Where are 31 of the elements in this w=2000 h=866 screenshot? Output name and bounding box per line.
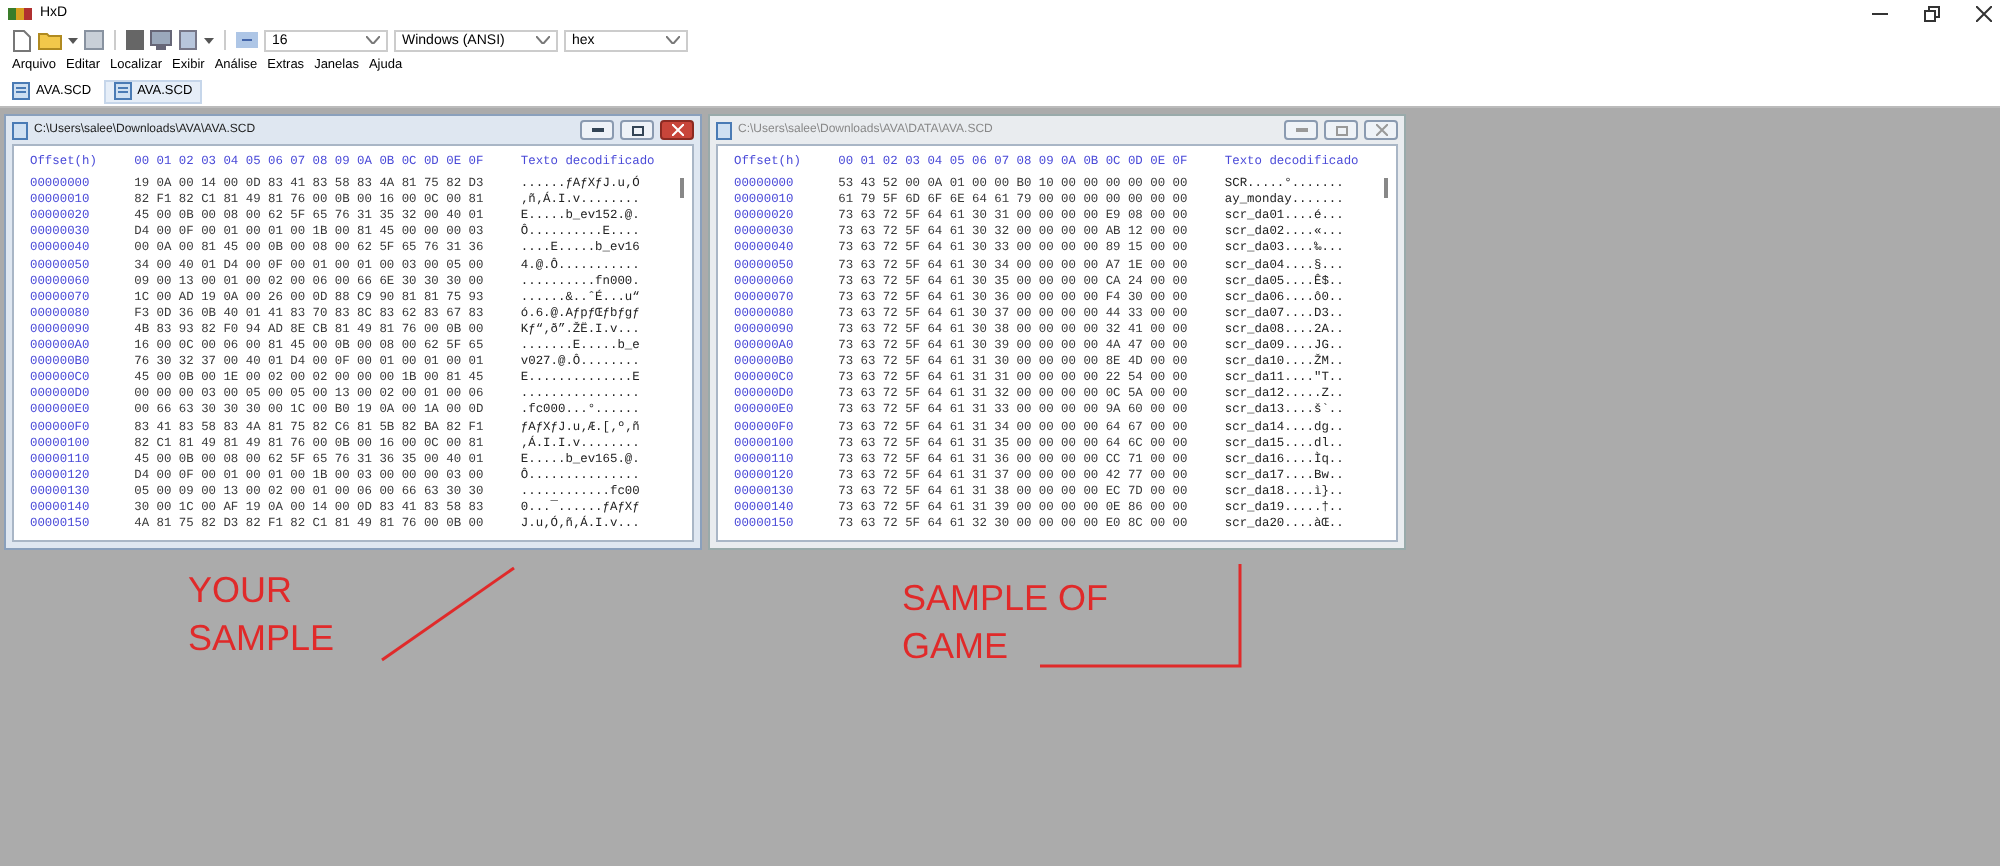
monitor-icon[interactable] — [150, 30, 172, 50]
chevron-down-icon — [366, 36, 380, 44]
file-icon — [12, 121, 28, 139]
chevron-down-icon — [536, 36, 550, 44]
file-icon — [12, 82, 30, 100]
minimize-icon — [591, 128, 603, 132]
scrollbar-thumb[interactable] — [680, 178, 684, 198]
close-icon — [1375, 124, 1387, 136]
maximize-icon — [1335, 125, 1347, 135]
app-logo-icon — [8, 5, 32, 21]
minimize-button[interactable] — [580, 120, 614, 140]
maximize-button[interactable] — [620, 120, 654, 140]
minimize-icon — [1295, 128, 1307, 132]
open-folder-icon[interactable] — [38, 30, 62, 50]
dropdown-caret-icon[interactable] — [68, 37, 78, 43]
chevron-down-icon — [666, 36, 680, 44]
annotation-line — [380, 566, 516, 662]
restore-icon[interactable] — [1924, 5, 1940, 21]
maximize-icon — [631, 125, 643, 135]
close-icon[interactable] — [1976, 5, 1992, 21]
file-icon — [113, 82, 132, 100]
scrollbar-thumb[interactable] — [1384, 178, 1388, 198]
annotation-text: SAMPLE OF GAME — [902, 576, 1109, 670]
close-icon — [671, 124, 683, 136]
close-button[interactable] — [660, 120, 694, 140]
file-icon — [716, 121, 732, 139]
columns-icon — [236, 32, 258, 48]
dropdown-caret-icon[interactable] — [204, 37, 214, 43]
new-file-icon[interactable] — [12, 29, 32, 51]
document-icon[interactable] — [178, 30, 198, 50]
annotation-text: YOUR SAMPLE — [188, 568, 335, 662]
